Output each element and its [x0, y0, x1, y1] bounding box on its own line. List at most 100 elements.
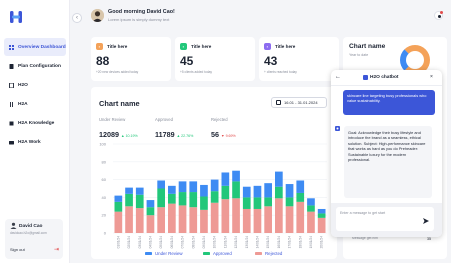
- stat-value: 43: [264, 54, 278, 68]
- x-tick-label: 11/01/24: [223, 236, 227, 248]
- bar-segment-rejected: [146, 215, 155, 233]
- sidebar-item-plan-configuration[interactable]: Plan Configuration: [4, 57, 66, 75]
- bar-segment-rejected: [264, 206, 273, 233]
- chat-message-input[interactable]: Enter a message to get start: [336, 207, 434, 231]
- collapse-sidebar-button[interactable]: ‹: [72, 13, 82, 23]
- bar-segment-under-review: [167, 185, 176, 194]
- bar-segment-approved: [307, 205, 315, 212]
- bar-segment-under-review: [125, 187, 133, 194]
- sidebar-item-overview-dashboard[interactable]: Overview Dashboard: [4, 38, 66, 56]
- bar-segment-approved: [210, 191, 219, 203]
- bar-segment-under-review: [285, 184, 294, 198]
- bar-segment-under-review: [264, 183, 273, 198]
- stat-card: ▪ Title here 45 +5 clients added today: [175, 37, 255, 81]
- legend-label: Rejected: [265, 251, 283, 256]
- bar-segment-approved: [296, 192, 305, 202]
- y-tick-label: 20: [102, 213, 107, 218]
- bar-segment-approved: [157, 188, 166, 208]
- x-tick-label: 08/01/24: [191, 236, 195, 249]
- app: Overview Dashboard Plan Configuration H2…: [0, 0, 451, 263]
- bar-segment-under-review: [135, 187, 144, 195]
- bar-segment-under-review: [307, 198, 315, 206]
- bar-segment-under-review: [296, 180, 305, 193]
- signout-link[interactable]: Sign out: [10, 247, 25, 252]
- bar-segment-under-review: [200, 184, 208, 197]
- bar-segment-rejected: [210, 202, 219, 233]
- bar-segment-approved: [114, 201, 123, 212]
- x-tick-label: 06/01/24: [170, 236, 174, 249]
- chatbot-logo-icon: [363, 75, 368, 80]
- x-tick-label: 20/01/24: [320, 236, 324, 249]
- send-icon[interactable]: [423, 218, 429, 224]
- sidebar-item-label: H2O: [18, 82, 28, 88]
- bar-segment-rejected: [317, 217, 326, 233]
- close-icon[interactable]: ×: [430, 74, 433, 80]
- x-tick-label: 13/01/24: [245, 236, 249, 249]
- x-tick-label: 02/01/24: [127, 236, 131, 249]
- bot-avatar-icon: [335, 126, 340, 131]
- bar-segment-under-review: [114, 195, 123, 202]
- notification-badge: [440, 11, 443, 14]
- greeting-title: Good morning David Cao!: [108, 9, 175, 15]
- stat-title: Title here: [191, 44, 212, 49]
- sidebar-item-label: Overview Dashboard: [18, 44, 66, 50]
- sidebar-item-label: H2A Work: [18, 139, 41, 145]
- back-arrow-icon[interactable]: ←: [335, 74, 341, 80]
- sidebar-item-h2a[interactable]: H2A: [4, 95, 66, 113]
- x-tick-label: 16/01/24: [277, 236, 281, 249]
- sidebar-item-h2a-work[interactable]: H2A Work: [4, 133, 66, 151]
- sidebar-nav: Overview Dashboard Plan Configuration H2…: [4, 38, 66, 152]
- user-card: David Cao davidcao.h2o@gmail.com Sign ou…: [5, 219, 63, 259]
- arrows-icon: [10, 101, 13, 107]
- notification-button[interactable]: [434, 11, 443, 20]
- bar-segment-rejected: [167, 203, 176, 233]
- bar-segment-approved: [167, 193, 176, 204]
- sidebar-item-h2o[interactable]: H2O: [4, 76, 66, 94]
- bar-segment-approved: [285, 197, 294, 207]
- bar-segment-approved: [146, 207, 155, 216]
- x-tick-label: 05/01/24: [159, 236, 163, 249]
- user-message-bubble: skincare line targeting busy professiona…: [343, 90, 435, 115]
- bar-segment-under-review: [242, 186, 251, 198]
- y-tick-label: 40: [102, 195, 107, 200]
- x-tick-label: 03/01/24: [138, 236, 142, 249]
- x-tick-label: 17/01/24: [288, 236, 292, 249]
- sidebar-item-label: H2A: [18, 101, 28, 107]
- stat-subtitle: +20 new devices added today: [96, 70, 139, 74]
- bar-segment-approved: [274, 186, 283, 199]
- x-tick-label: 01/01/24: [116, 236, 120, 249]
- chat-input-area: Enter a message to get start: [331, 203, 442, 237]
- document-icon: [9, 82, 14, 88]
- chat-header: ← H2O chatbot ×: [331, 70, 442, 86]
- bar-segment-rejected: [274, 198, 283, 233]
- y-tick-label: 60: [102, 177, 107, 182]
- bar-segment-under-review: [210, 179, 219, 192]
- logout-icon[interactable]: ⇥: [54, 246, 59, 253]
- bar-segment-under-review: [157, 180, 166, 189]
- x-tick-label: 15/01/24: [266, 236, 270, 249]
- bar-segment-approved: [178, 192, 187, 206]
- bar-segment-rejected: [307, 211, 315, 233]
- legend-swatch: [203, 252, 210, 255]
- logo-icon[interactable]: [9, 10, 23, 24]
- stacked-bar-chart: 0 20 40 60 80 100 01/01/24 02/01/24 03/01/24 04/0…: [99, 142, 327, 256]
- x-tick-label: 18/01/24: [298, 236, 302, 249]
- doc-icon: [9, 63, 14, 69]
- stat-icon: ▪: [180, 43, 187, 50]
- briefcase-icon: [9, 140, 14, 144]
- stat-icon: ▪: [96, 43, 103, 50]
- bar-segment-approved: [135, 194, 144, 209]
- bot-message-bubble: Goal: Acknowledge their busy lifestyle a…: [344, 126, 432, 198]
- bar-segment-approved: [317, 213, 326, 218]
- user-photo-icon: [91, 9, 104, 22]
- greeting-subtitle: Lorem ipsum is simply dummy text: [108, 17, 170, 22]
- sidebar-item-label: H2A Knowledge: [18, 120, 55, 126]
- bar-segment-under-review: [317, 208, 326, 214]
- user-name: David Cao: [19, 224, 43, 229]
- legend-label: Under Review: [155, 251, 183, 256]
- bar-segment-rejected: [221, 199, 230, 233]
- sidebar-item-h2a-knowledge[interactable]: H2A Knowledge: [4, 114, 66, 132]
- bar-segment-rejected: [178, 205, 187, 233]
- legend-label: Approved: [213, 251, 232, 256]
- bar-segment-approved: [264, 197, 273, 207]
